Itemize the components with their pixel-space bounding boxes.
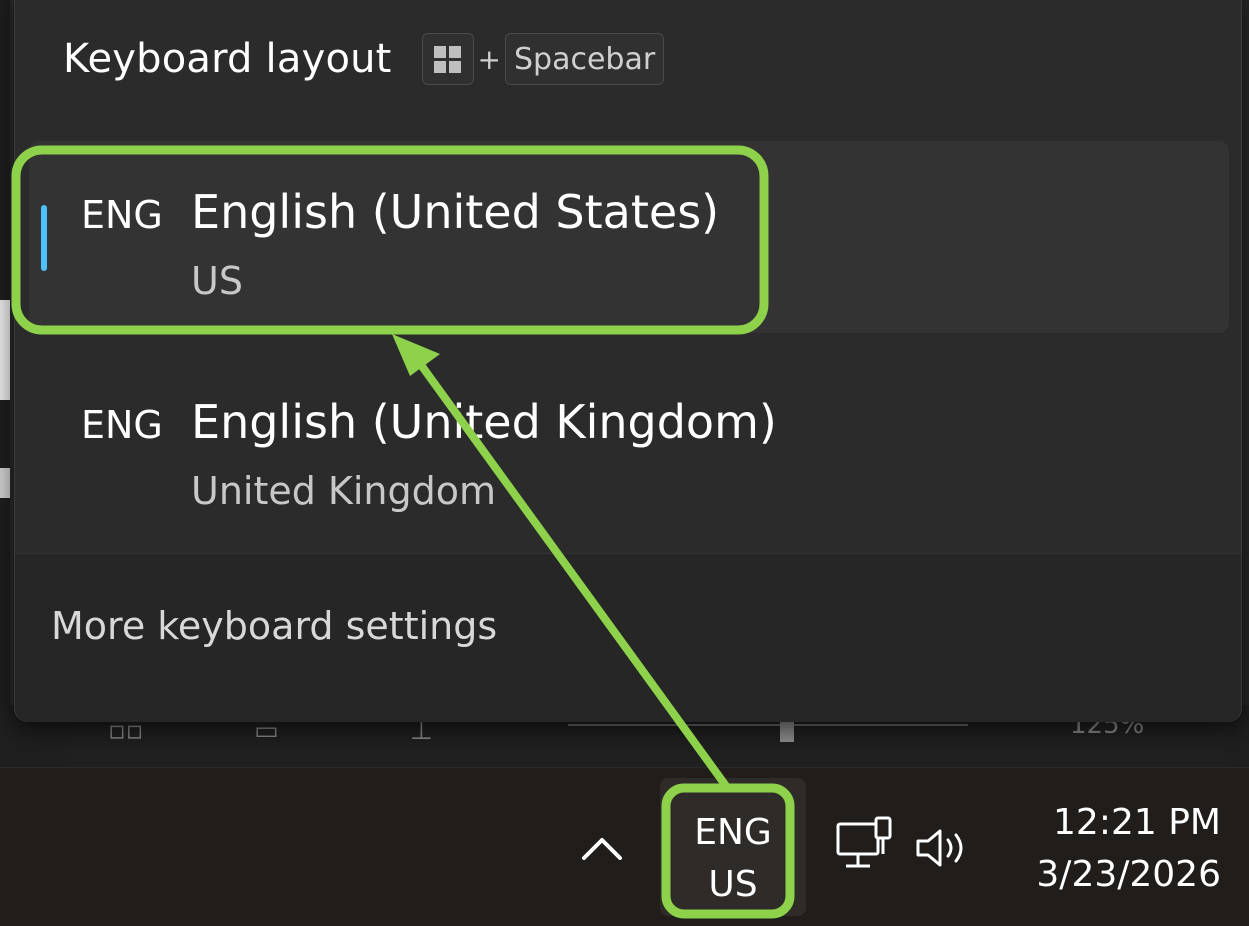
language-code: ENG	[81, 193, 163, 237]
shortcut-hint: + Spacebar	[421, 33, 665, 85]
taskbar: ENG US 12:21 PM 3/23/2026	[0, 768, 1249, 926]
zoom-slider-track[interactable]	[568, 724, 968, 726]
input-language-code: ENG	[694, 812, 772, 853]
flyout-footer: More keyboard settings	[15, 553, 1241, 722]
language-item-english-us[interactable]: ENG English (United States) US	[29, 141, 1229, 333]
background-document-edge	[0, 300, 10, 400]
wired-network-icon-svg	[836, 816, 892, 868]
selected-indicator	[41, 205, 47, 271]
clock-date: 3/23/2026	[1036, 854, 1221, 895]
speaker-volume-icon-svg	[916, 829, 963, 867]
language-item-english-uk[interactable]: ENG English (United Kingdom) United King…	[29, 351, 1229, 543]
flyout-title: Keyboard layout	[63, 36, 392, 82]
input-layout-code: US	[708, 864, 758, 905]
chevron-up-icon-svg	[582, 838, 622, 860]
more-keyboard-settings-link[interactable]: More keyboard settings	[51, 604, 497, 648]
language-name: English (United Kingdom)	[191, 395, 777, 449]
speaker-volume-icon[interactable]	[914, 826, 974, 870]
language-code: ENG	[81, 403, 163, 447]
background-document-edge-lower	[0, 468, 10, 498]
flyout-header: Keyboard layout + Spacebar	[63, 29, 665, 89]
spacebar-keycap: Spacebar	[505, 33, 665, 85]
shortcut-plus: +	[477, 42, 502, 76]
keyboard-layout-flyout: Keyboard layout + Spacebar ENG English (…	[14, 0, 1242, 722]
language-name: English (United States)	[191, 185, 720, 239]
background-left-edge	[0, 0, 10, 720]
clock-time: 12:21 PM	[1053, 802, 1221, 843]
chevron-up-icon[interactable]	[578, 828, 626, 868]
input-indicator-button[interactable]: ENG US	[660, 778, 806, 916]
taskbar-clock[interactable]: 12:21 PM 3/23/2026	[1036, 798, 1221, 902]
windows-logo-icon	[434, 45, 462, 73]
wired-network-icon[interactable]	[834, 816, 894, 876]
keyboard-layout-name: United Kingdom	[191, 469, 497, 513]
windows-key-keycap	[421, 33, 474, 85]
keyboard-layout-name: US	[191, 259, 243, 303]
